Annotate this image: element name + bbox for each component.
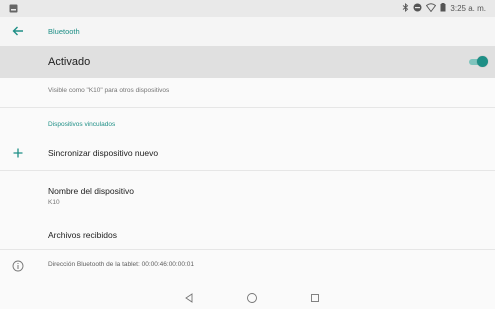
wifi-icon xyxy=(426,3,437,14)
home-circle-icon[interactable] xyxy=(246,291,258,303)
pair-new-device-row[interactable]: Sincronizar dispositivo nuevo xyxy=(0,138,495,168)
battery-icon xyxy=(440,3,446,14)
bluetooth-toggle[interactable] xyxy=(469,56,488,68)
recents-square-icon[interactable] xyxy=(309,291,321,303)
bluetooth-address-text: Dirección Bluetooth de la tablet: 00:00:… xyxy=(48,261,194,268)
received-files-row[interactable]: Archivos recibidos xyxy=(0,222,495,248)
notification-icon xyxy=(9,4,18,15)
toggle-thumb xyxy=(477,56,488,67)
divider xyxy=(0,249,495,250)
status-bar: 3:25 a. m. xyxy=(0,0,495,17)
status-icons: 3:25 a. m. xyxy=(402,2,486,14)
toolbar: Bluetooth xyxy=(0,17,495,47)
divider xyxy=(0,170,495,171)
bluetooth-master-switch-row[interactable]: Activado xyxy=(0,46,495,78)
navigation-bar xyxy=(0,288,495,306)
master-switch-label: Activado xyxy=(48,56,91,68)
back-arrow-icon[interactable] xyxy=(10,23,26,39)
toolbar-title: Bluetooth xyxy=(48,27,80,36)
pair-new-device-label: Sincronizar dispositivo nuevo xyxy=(48,148,159,158)
bluetooth-icon xyxy=(402,2,409,14)
plus-icon xyxy=(12,146,24,158)
received-files-label: Archivos recibidos xyxy=(48,230,117,240)
visibility-text: Visible como "K10" para otros dispositiv… xyxy=(48,87,170,94)
paired-devices-header: Dispositivos vinculados xyxy=(48,121,116,128)
divider xyxy=(0,107,495,108)
status-time: 3:25 a. m. xyxy=(450,4,486,13)
do-not-disturb-icon xyxy=(413,3,422,14)
info-icon xyxy=(12,259,24,272)
device-name-row[interactable]: Nombre del dispositivo K10 xyxy=(0,178,495,214)
back-triangle-icon[interactable] xyxy=(183,291,195,303)
device-name-title: Nombre del dispositivo xyxy=(48,186,134,196)
device-name-value: K10 xyxy=(48,199,60,206)
